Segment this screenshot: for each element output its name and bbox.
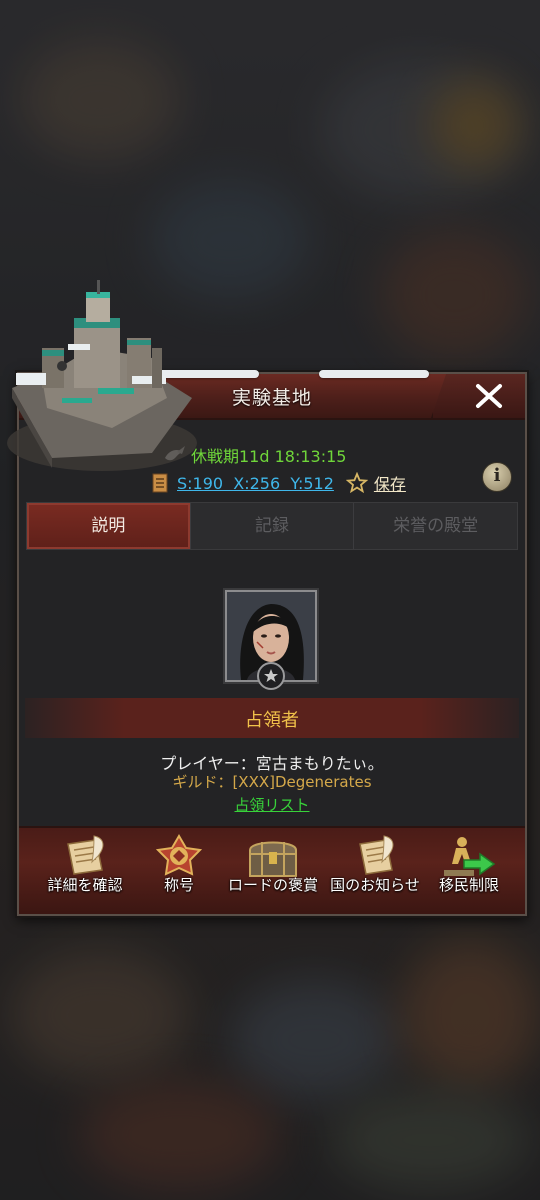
scroll-quill-icon [67, 835, 104, 875]
view-details-label: 詳細を確認 [47, 876, 123, 894]
kingdom-notice-button[interactable]: 国のお知らせ [325, 828, 425, 914]
snow-decoration [319, 370, 429, 378]
close-button[interactable] [431, 374, 525, 418]
save-bookmark-link[interactable]: 保存 [374, 471, 406, 495]
guild-key: ギルド： [172, 773, 233, 791]
rank-badge-icon [257, 662, 285, 690]
star-icon[interactable] [345, 472, 368, 494]
occupant-header: 占領者 [25, 698, 519, 738]
notice-scroll-icon [359, 835, 394, 875]
title-badge-icon [155, 834, 203, 876]
tab-records[interactable]: 記録 [189, 503, 354, 549]
fortress-building-icon [2, 278, 202, 478]
info-button[interactable]: i [482, 462, 512, 492]
close-icon [476, 384, 502, 408]
info-icon: i [493, 465, 501, 486]
kingdom-notice-label: 国のお知らせ [330, 876, 420, 894]
title-label: 称号 [163, 876, 194, 894]
tab-hall-of-fame[interactable]: 栄誉の殿堂 [353, 503, 517, 549]
view-details-button[interactable]: 詳細を確認 [33, 828, 137, 914]
guild-name: [XXX]Degenerates [232, 773, 372, 791]
migration-limit-button[interactable]: 移民制限 [417, 828, 521, 914]
lord-reward-label: ロードの褒賞 [227, 876, 318, 894]
occupant-heading: 占領者 [245, 710, 299, 731]
migration-limit-label: 移民制限 [438, 876, 499, 894]
truce-timer: 休戦期11d 18:13:15 [191, 447, 347, 466]
title-button[interactable]: 称号 [137, 828, 221, 914]
lord-reward-button[interactable]: ロードの褒賞 [221, 828, 325, 914]
occupation-list-link[interactable]: 占領リスト [19, 794, 525, 815]
migration-arrow-icon [444, 837, 496, 876]
treasure-chest-icon [249, 841, 297, 877]
tab-description[interactable]: 説明 [27, 503, 190, 549]
tab-bar: 説明 記録 栄誉の殿堂 [26, 502, 518, 550]
action-bar: 詳細を確認 称号 ロードの褒賞 国のお知らせ 移民制限 [19, 826, 525, 914]
guild-info: ギルド：[XXX]Degenerates [19, 771, 525, 792]
